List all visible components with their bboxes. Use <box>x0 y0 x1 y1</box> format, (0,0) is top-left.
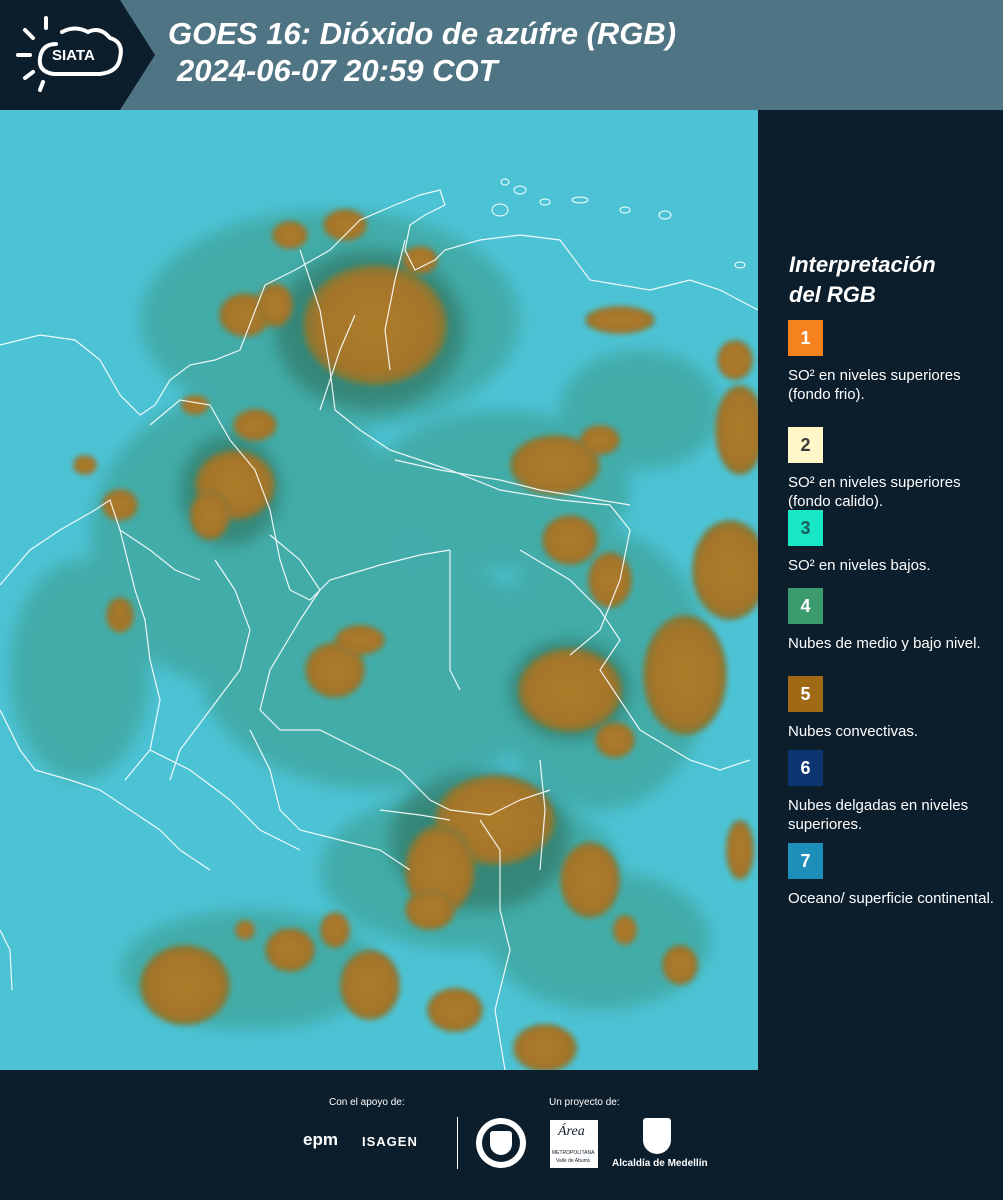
legend-item: 1 SO² en niveles superiores (fondo frio). <box>788 320 998 404</box>
logo-text: SIATA <box>52 47 95 64</box>
footer: Con el apoyo de: Un proyecto de: epm ISA… <box>0 1070 1003 1200</box>
legend-label: SO² en niveles superiores (fondo frio). <box>788 367 961 403</box>
support-label: Con el apoyo de: <box>329 1097 405 1108</box>
legend-item: 2 SO² en niveles superiores (fondo calido… <box>788 427 998 511</box>
legend-label: Nubes convectivas. <box>788 723 919 740</box>
legend-panel: Interpretación del RGB 1 SO² en niveles s… <box>760 110 1003 1070</box>
legend-title: Interpretación del RGB <box>789 250 989 310</box>
area-logo-sub: METROPOLITANA <box>552 1150 595 1156</box>
legend-label: SO² en niveles bajos. <box>788 557 931 574</box>
medellin-seal-icon <box>476 1118 526 1168</box>
legend-item: 5 Nubes convectivas. <box>788 676 998 741</box>
legend-swatch: 4 <box>788 588 823 624</box>
area-logo-sub2: Valle de Aburrá <box>556 1158 590 1164</box>
epm-logo: epm <box>303 1130 338 1149</box>
legend-item: 3 SO² en niveles bajos. <box>788 510 998 575</box>
legend-swatch: 6 <box>788 750 823 786</box>
legend-title-line1: Interpretación <box>789 252 936 277</box>
timestamp: 2024-06-07 20:59 COT <box>177 53 498 88</box>
legend-swatch: 2 <box>788 427 823 463</box>
footer-divider <box>457 1117 458 1169</box>
alcaldia-logo: Alcaldía de Medellín <box>612 1158 708 1169</box>
header-bar: SIATA GOES 16: Dióxido de azúfre (RGB) 2… <box>0 0 1003 110</box>
page-title: GOES 16: Dióxido de azúfre (RGB) <box>168 16 677 51</box>
area-logo-text: Área <box>558 1124 585 1139</box>
project-label: Un proyecto de: <box>549 1097 620 1108</box>
legend-item: 7 Oceano/ superficie continental. <box>788 843 998 908</box>
siata-logo: SIATA <box>0 0 155 110</box>
legend-swatch: 7 <box>788 843 823 879</box>
satellite-map[interactable] <box>0 110 758 1070</box>
legend-label: Oceano/ superficie continental. <box>788 890 994 907</box>
legend-label: SO² en niveles superiores (fondo calido)… <box>788 474 961 510</box>
legend-swatch: 5 <box>788 676 823 712</box>
legend-swatch: 1 <box>788 320 823 356</box>
legend-item: 6 Nubes delgadas en niveles superiores. <box>788 750 998 834</box>
legend-title-line2: del RGB <box>789 282 876 307</box>
rgb-imagery <box>0 110 758 1070</box>
legend-label: Nubes de medio y bajo nivel. <box>788 635 981 652</box>
legend-item: 4 Nubes de medio y bajo nivel. <box>788 588 998 653</box>
legend-swatch: 3 <box>788 510 823 546</box>
legend-label: Nubes delgadas en niveles superiores. <box>788 797 969 833</box>
isagen-logo: ISAGEN <box>362 1134 418 1149</box>
alcaldia-shield-icon <box>643 1118 671 1154</box>
area-metropolitana-logo: Área METROPOLITANA Valle de Aburrá <box>550 1120 598 1168</box>
